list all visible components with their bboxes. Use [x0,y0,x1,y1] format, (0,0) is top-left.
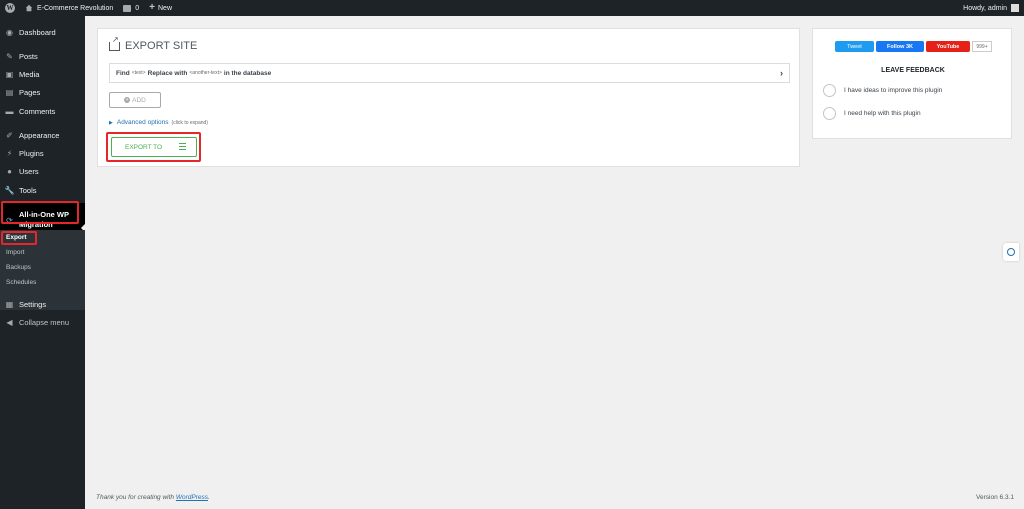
radio-icon[interactable] [823,84,836,97]
find-replace-row[interactable]: Find <text> Replace with <another-text> … [109,63,790,83]
highlight-box-migration [1,201,79,224]
social-buttons: Tweet Follow 3K YouTube 999+ [835,41,992,52]
comments-icon: ▬ [5,106,14,116]
comments-count: 0 [135,4,140,12]
sidebar-item-label: Plugins [19,148,44,158]
chevron-right-icon: › [780,68,783,78]
sidebar-item-label: Media [19,69,40,79]
wordpress-link[interactable]: WordPress [176,494,208,501]
sidebar-item-posts[interactable]: ✎ Posts [0,47,85,65]
sidebar-item-tools[interactable]: 🔧 Tools [0,181,85,199]
export-icon [109,35,120,51]
advanced-options-label: Advanced options [116,119,169,126]
feedback-title: LEAVE FEEDBACK [881,67,945,74]
sidebar-item-appearance[interactable]: ✐ Appearance [0,126,85,144]
radio-icon[interactable] [823,107,836,120]
brush-icon: ✐ [6,130,13,140]
sidebar-item-label: Tools [19,185,37,195]
sidebar-item-label: Appearance [19,130,60,140]
help-widget-button[interactable] [1003,243,1019,261]
feedback-panel: Tweet Follow 3K YouTube 999+ LEAVE FEEDB… [812,28,1012,139]
page-title: EXPORT SITE [109,35,197,52]
advanced-options-hint: (click to expand) [171,119,208,126]
database-label: in the database [223,69,272,77]
sidebar-item-label: Pages [19,87,41,97]
account-menu[interactable]: Howdy, admin [958,0,1024,16]
comment-bubble-icon [123,4,132,12]
comments-link[interactable]: 0 [118,0,144,16]
sidebar-item-label: Posts [19,51,38,61]
tweet-button[interactable]: Tweet [835,41,874,52]
wordpress-logo-button[interactable]: W [0,0,20,16]
plus-circle-icon: + [124,97,131,103]
footer-version: Version 6.3.1 [976,494,1014,501]
collapse-icon: ◀ [6,317,13,327]
home-icon [25,4,33,12]
site-name-link[interactable]: E-Commerce Revolution [20,0,118,16]
sidebar-item-plugins[interactable]: ⚡ Plugins [0,144,85,162]
admin-sidebar: ◉ Dashboard ✎ Posts ▣ Media ▤ Pages ▬ Co… [0,16,86,509]
sidebar-item-media[interactable]: ▣ Media [0,65,85,83]
media-icon: ▣ [5,69,14,79]
pin-icon: ✎ [6,51,13,61]
sidebar-item-users[interactable]: ● Users [0,162,85,180]
sidebar-item-label: Comments [19,106,56,116]
youtube-count: 999+ [972,41,992,52]
submenu-schedules[interactable]: Schedules [6,279,36,286]
export-to-button[interactable]: EXPORT TO [111,137,197,157]
sidebar-item-settings[interactable]: ▦ Settings [0,295,85,313]
advanced-options-toggle[interactable]: ▶ Advanced options (click to expand) [109,119,208,126]
add-button[interactable]: + ADD [109,92,161,108]
new-label: New [158,4,173,12]
highlight-box-export-to: EXPORT TO [106,132,201,162]
export-site-panel: EXPORT SITE Find <text> Replace with <an… [97,28,800,167]
dashboard-icon: ◉ [6,27,13,37]
sidebar-item-label: Dashboard [19,27,56,37]
submenu-import[interactable]: Import [6,249,24,256]
submenu-backups[interactable]: Backups [6,264,31,271]
plug-icon: ⚡ [6,148,13,158]
menu-icon [179,143,186,150]
highlight-box-export [1,231,37,245]
find-text-placeholder: <text> [131,70,146,76]
feedback-option-ideas[interactable]: I have ideas to improve this plugin [823,84,942,97]
sidebar-item-collapse[interactable]: ◀ Collapse menu [0,313,85,331]
sidebar-item-label: Collapse menu [19,317,70,327]
avatar [1011,4,1019,12]
replace-text-placeholder: <another-text> [189,70,222,76]
site-name: E-Commerce Revolution [37,4,114,12]
triangle-right-icon: ▶ [109,119,113,126]
admin-bar: W E-Commerce Revolution 0 + New Howdy, a… [0,0,1024,16]
greeting-text: Howdy, admin [963,4,1007,12]
find-label: Find [116,69,130,77]
sidebar-item-label: Settings [19,299,47,309]
feedback-option-help[interactable]: I need help with this plugin [823,107,921,120]
new-content-button[interactable]: + New [144,0,177,16]
help-icon [1007,248,1015,256]
pages-icon: ▤ [5,87,14,97]
footer-thanks: Thank you for creating with WordPress. [96,494,210,501]
users-icon: ● [7,166,12,176]
settings-icon: ▦ [5,299,14,309]
replace-label: Replace with [147,69,188,77]
sidebar-item-label: Users [19,166,39,176]
facebook-follow-button[interactable]: Follow 3K [876,41,924,52]
sidebar-item-dashboard[interactable]: ◉ Dashboard [0,23,85,41]
sidebar-item-comments[interactable]: ▬ Comments [0,102,85,120]
wordpress-icon: W [5,3,15,13]
youtube-button[interactable]: YouTube [926,41,970,52]
sidebar-item-pages[interactable]: ▤ Pages [0,83,85,101]
wrench-icon: 🔧 [4,185,15,195]
plus-icon: + [149,2,155,13]
